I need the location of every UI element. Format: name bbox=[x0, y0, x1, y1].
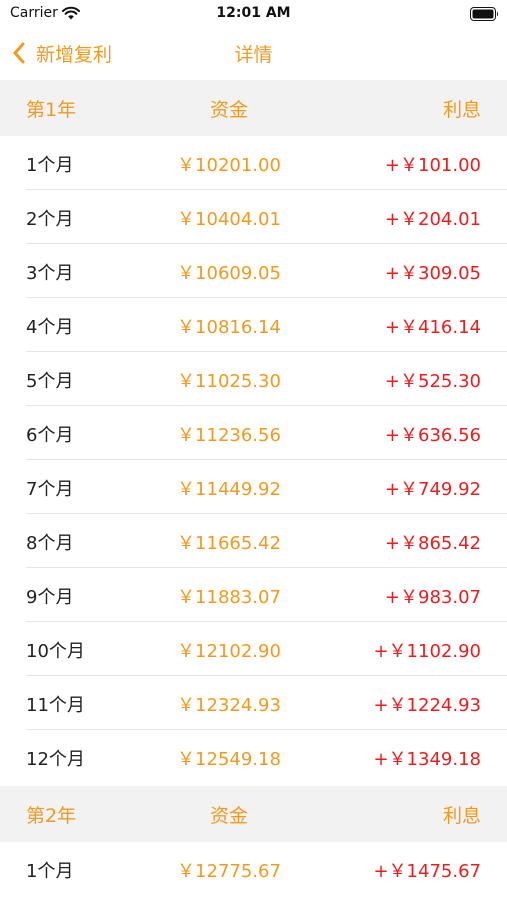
table-row[interactable]: 3个月 ￥10609.05 +￥309.05 bbox=[0, 244, 507, 298]
table-row[interactable]: 7个月 ￥11449.92 +￥749.92 bbox=[0, 460, 507, 514]
capital-column-header: 资金 bbox=[209, 805, 248, 827]
table-row[interactable]: 4个月 ￥10816.14 +￥416.14 bbox=[0, 298, 507, 352]
interest-column-header: 利息 bbox=[442, 805, 481, 827]
section-header-year-2: 第2年 资金 利息 bbox=[0, 786, 507, 842]
status-bar: Carrier 12:01 AM bbox=[0, 0, 507, 28]
interest-value: +￥1224.93 bbox=[373, 695, 481, 716]
table-row[interactable]: 12个月 ￥12549.18 +￥1349.18 bbox=[0, 730, 507, 784]
table-row[interactable]: 10个月 ￥12102.90 +￥1102.90 bbox=[0, 622, 507, 676]
interest-value: +￥101.00 bbox=[384, 155, 481, 176]
interest-value: +￥749.92 bbox=[384, 479, 481, 500]
table-row[interactable]: 5个月 ￥11025.30 +￥525.30 bbox=[0, 352, 507, 406]
table-row[interactable]: 9个月 ￥11883.07 +￥983.07 bbox=[0, 568, 507, 622]
navigation-bar: 新增复利 详情 bbox=[0, 28, 507, 80]
interest-value: +￥1349.18 bbox=[373, 749, 481, 770]
table-row[interactable]: 6个月 ￥11236.56 +￥636.56 bbox=[0, 406, 507, 460]
interest-value: +￥983.07 bbox=[384, 587, 481, 608]
table-row[interactable]: 1个月 ￥10201.00 +￥101.00 bbox=[0, 136, 507, 190]
page-title: 详情 bbox=[234, 44, 273, 66]
interest-value: +￥1102.90 bbox=[373, 641, 481, 662]
section-header-year-1: 第1年 资金 利息 bbox=[0, 80, 507, 136]
interest-column-header: 利息 bbox=[442, 99, 481, 121]
table-row[interactable]: 1个月 ￥12775.67 +￥1475.67 bbox=[0, 842, 507, 896]
interest-value: +￥309.05 bbox=[384, 263, 481, 284]
battery-icon bbox=[470, 7, 498, 21]
interest-value: +￥636.56 bbox=[384, 425, 481, 446]
capital-column-header: 资金 bbox=[209, 99, 248, 121]
interest-value: +￥865.42 bbox=[384, 533, 481, 554]
interest-value: +￥525.30 bbox=[384, 371, 481, 392]
table-row[interactable]: 2个月 ￥10404.01 +￥204.01 bbox=[0, 190, 507, 244]
table-row[interactable]: 8个月 ￥11665.42 +￥865.42 bbox=[0, 514, 507, 568]
interest-value: +￥416.14 bbox=[384, 317, 481, 338]
status-time: 12:01 AM bbox=[216, 5, 291, 21]
interest-value: +￥204.01 bbox=[384, 209, 481, 230]
interest-value: +￥1475.67 bbox=[373, 861, 481, 882]
table-row[interactable]: 11个月 ￥12324.93 +￥1224.93 bbox=[0, 676, 507, 730]
